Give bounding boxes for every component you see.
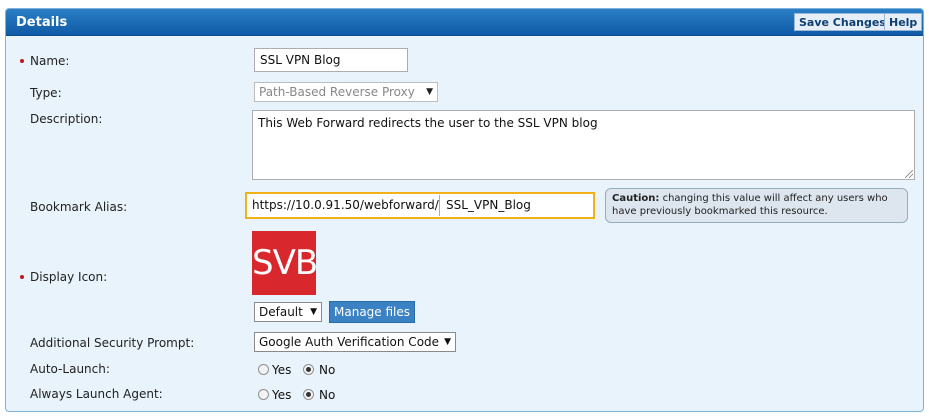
- auto-launch-no-label: No: [319, 363, 336, 377]
- name-label: Name:: [30, 54, 70, 68]
- panel-header: Details Save Changes Help: [6, 9, 923, 36]
- required-marker: [20, 59, 24, 63]
- details-panel: Details Save Changes Help Name: SSL VPN …: [5, 8, 924, 412]
- name-input[interactable]: SSL VPN Blog: [254, 48, 408, 72]
- description-text: This Web Forward redirects the user to t…: [258, 116, 598, 130]
- dropdown-arrow-icon: ▼: [444, 337, 451, 347]
- auto-launch-no-radio[interactable]: [303, 364, 314, 375]
- auto-launch-yes-label: Yes: [272, 363, 292, 377]
- always-launch-agent-no-label: No: [319, 388, 336, 402]
- always-launch-agent-label: Always Launch Agent:: [30, 387, 163, 401]
- panel-title: Details: [16, 15, 68, 30]
- description-textarea[interactable]: This Web Forward redirects the user to t…: [252, 110, 915, 180]
- auto-launch-label: Auto-Launch:: [30, 362, 110, 376]
- bookmark-alias-label: Bookmark Alias:: [30, 200, 128, 214]
- caution-note: Caution: changing this value will affect…: [605, 188, 908, 223]
- save-changes-button[interactable]: Save Changes: [794, 13, 891, 31]
- display-icon-label: Display Icon:: [30, 270, 108, 284]
- dropdown-arrow-icon: ▼: [426, 87, 433, 97]
- always-launch-agent-yes-label: Yes: [272, 388, 292, 402]
- security-prompt-label: Additional Security Prompt:: [30, 336, 195, 350]
- always-launch-agent-yes-radio[interactable]: [258, 389, 269, 400]
- auto-launch-yes-radio[interactable]: [258, 364, 269, 375]
- type-select-value: Path-Based Reverse Proxy: [259, 85, 415, 99]
- description-label: Description:: [30, 112, 103, 126]
- always-launch-agent-no-radio[interactable]: [303, 389, 314, 400]
- security-prompt-select[interactable]: Google Auth Verification Code ▼: [254, 332, 456, 352]
- bookmark-alias-input[interactable]: SSL_VPN_Blog: [439, 195, 593, 216]
- icon-select-value: Default: [259, 305, 303, 319]
- icon-select[interactable]: Default ▼: [254, 302, 322, 322]
- security-prompt-value: Google Auth Verification Code: [259, 335, 440, 349]
- resize-grip-icon[interactable]: [905, 170, 913, 178]
- bookmark-alias-field: https://10.0.91.50/webforward/ SSL_VPN_B…: [245, 192, 595, 219]
- required-marker: [20, 275, 24, 279]
- type-label: Type:: [30, 86, 62, 100]
- bookmark-alias-prefix: https://10.0.91.50/webforward/: [252, 198, 439, 212]
- manage-files-button[interactable]: Manage files: [329, 301, 416, 323]
- type-select[interactable]: Path-Based Reverse Proxy ▼: [254, 82, 438, 102]
- caution-strong: Caution:: [612, 193, 660, 204]
- help-button[interactable]: Help: [884, 13, 923, 31]
- display-icon-image: SVB: [252, 231, 318, 295]
- dropdown-arrow-icon: ▼: [310, 307, 317, 317]
